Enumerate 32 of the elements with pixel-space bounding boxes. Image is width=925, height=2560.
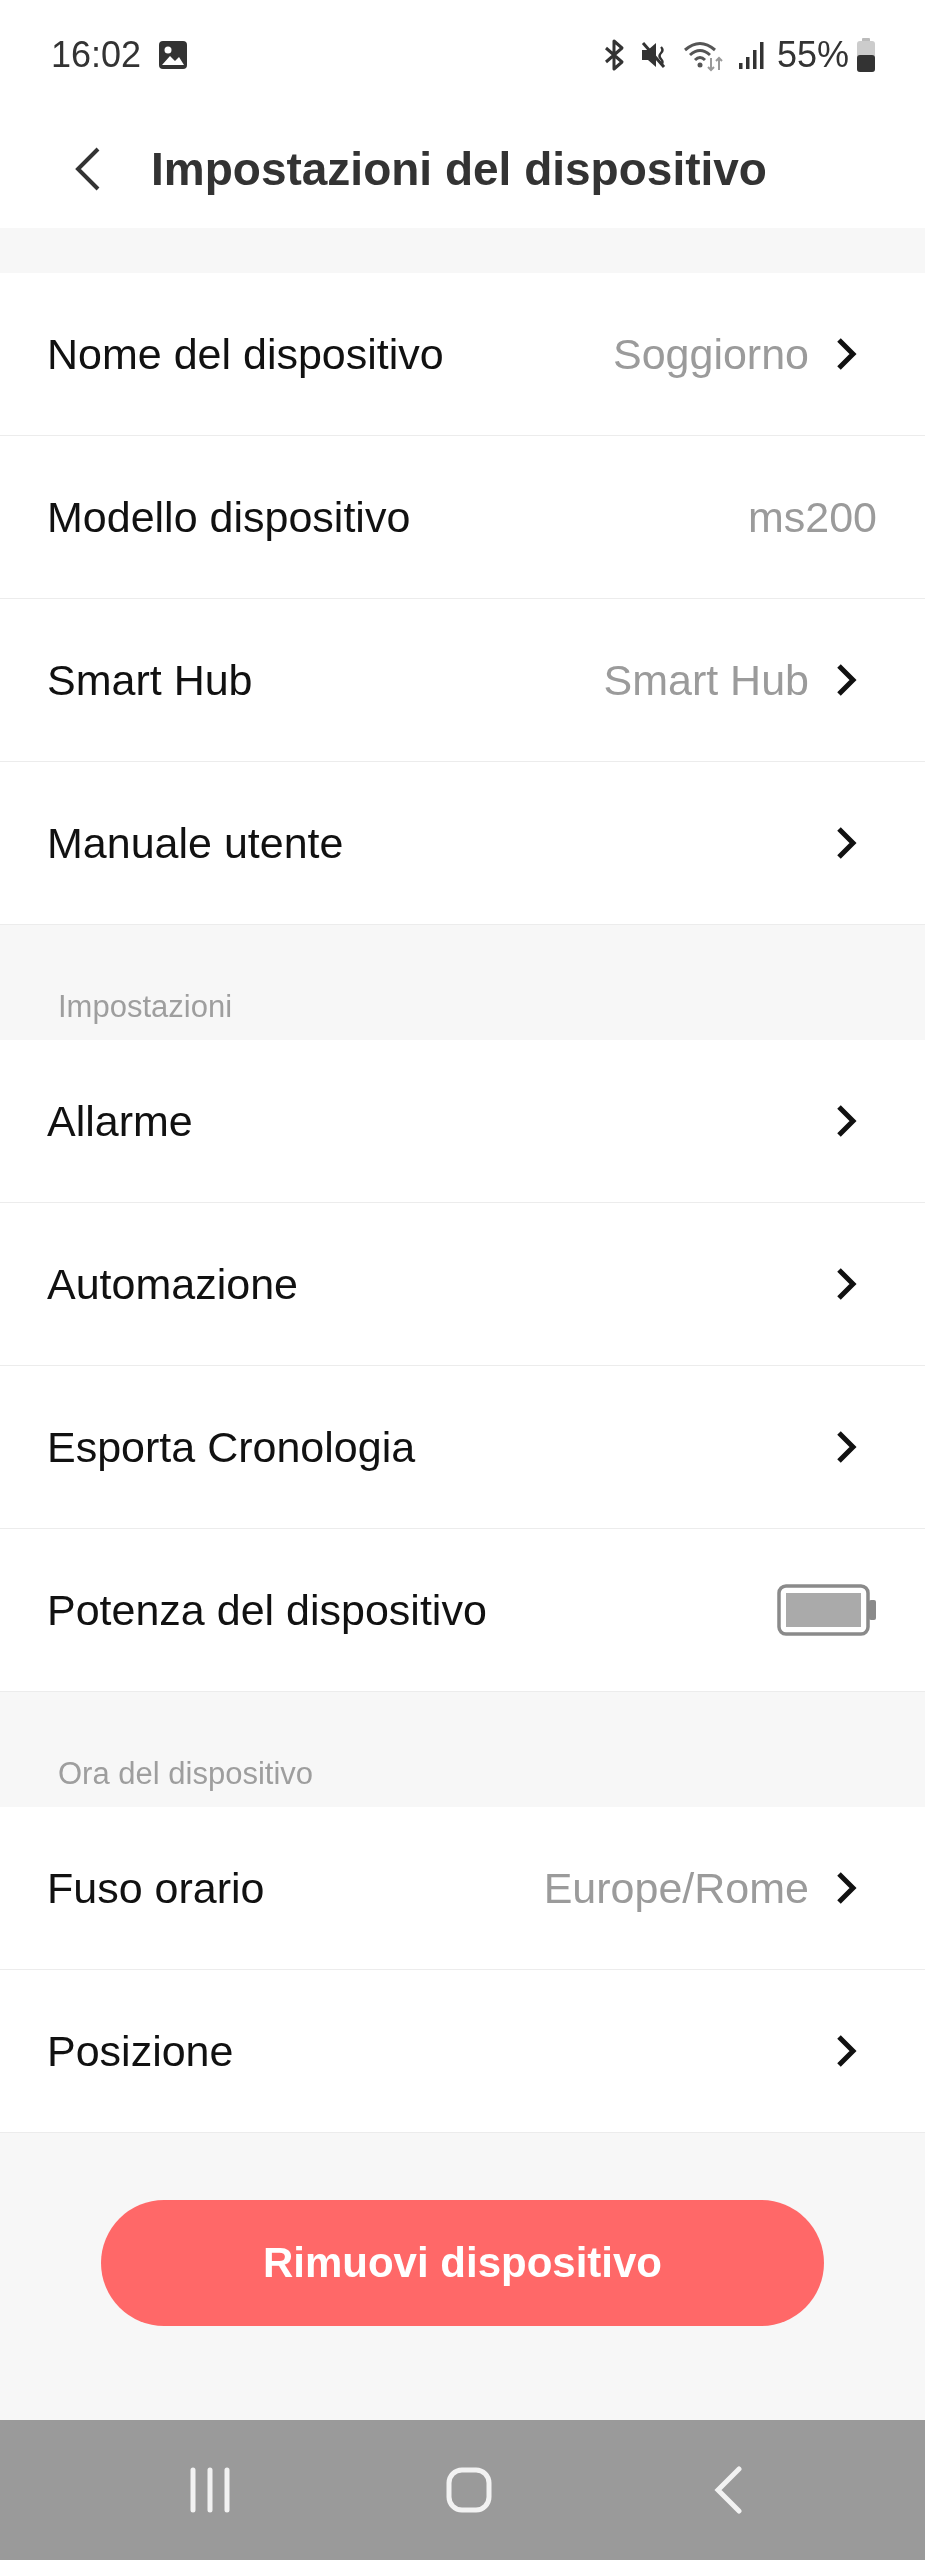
row-label[interactable]: Esporta Cronologia <box>47 1422 416 1472</box>
chevron-icon[interactable] <box>835 662 857 698</box>
back-icon[interactable] <box>75 147 101 191</box>
chevron-icon[interactable] <box>835 2033 857 2069</box>
row-value: Soggiorno <box>612 329 809 379</box>
chevron-icon[interactable] <box>835 1429 857 1465</box>
row-value: Smart Hub <box>603 655 809 705</box>
row-value: Europe/Rome <box>543 1863 809 1913</box>
row-label[interactable]: Smart Hub <box>47 655 253 705</box>
page-title: Impostazioni del dispositivo <box>151 142 767 196</box>
row-label: Potenza del dispositivo <box>47 1585 487 1635</box>
section-header: Ora del dispositivo <box>58 1754 313 1792</box>
row-label[interactable]: Nome del dispositivo <box>47 329 444 379</box>
status-time: 16:02 <box>51 37 142 73</box>
chevron-icon[interactable] <box>835 336 857 372</box>
row-label: Modello dispositivo <box>47 492 411 542</box>
row-label[interactable]: Manuale utente <box>47 818 344 868</box>
chevron-icon[interactable] <box>835 1103 857 1139</box>
row-label[interactable]: Automazione <box>47 1259 298 1309</box>
image-icon <box>157 39 190 71</box>
row-label[interactable]: Fuso orario <box>47 1863 265 1913</box>
chevron-icon[interactable] <box>835 1266 857 1302</box>
row-label[interactable]: Allarme <box>47 1096 193 1146</box>
chevron-icon[interactable] <box>835 825 857 861</box>
row-label[interactable]: Posizione <box>47 2026 234 2076</box>
signal-icon <box>737 41 764 69</box>
battery-percent: 55% <box>776 37 849 73</box>
chevron-icon[interactable] <box>835 1870 857 1906</box>
battery-icon <box>777 1584 877 1636</box>
section-header: Impostazioni <box>58 987 233 1025</box>
battery-icon <box>856 38 876 72</box>
row-value: ms200 <box>747 492 877 542</box>
